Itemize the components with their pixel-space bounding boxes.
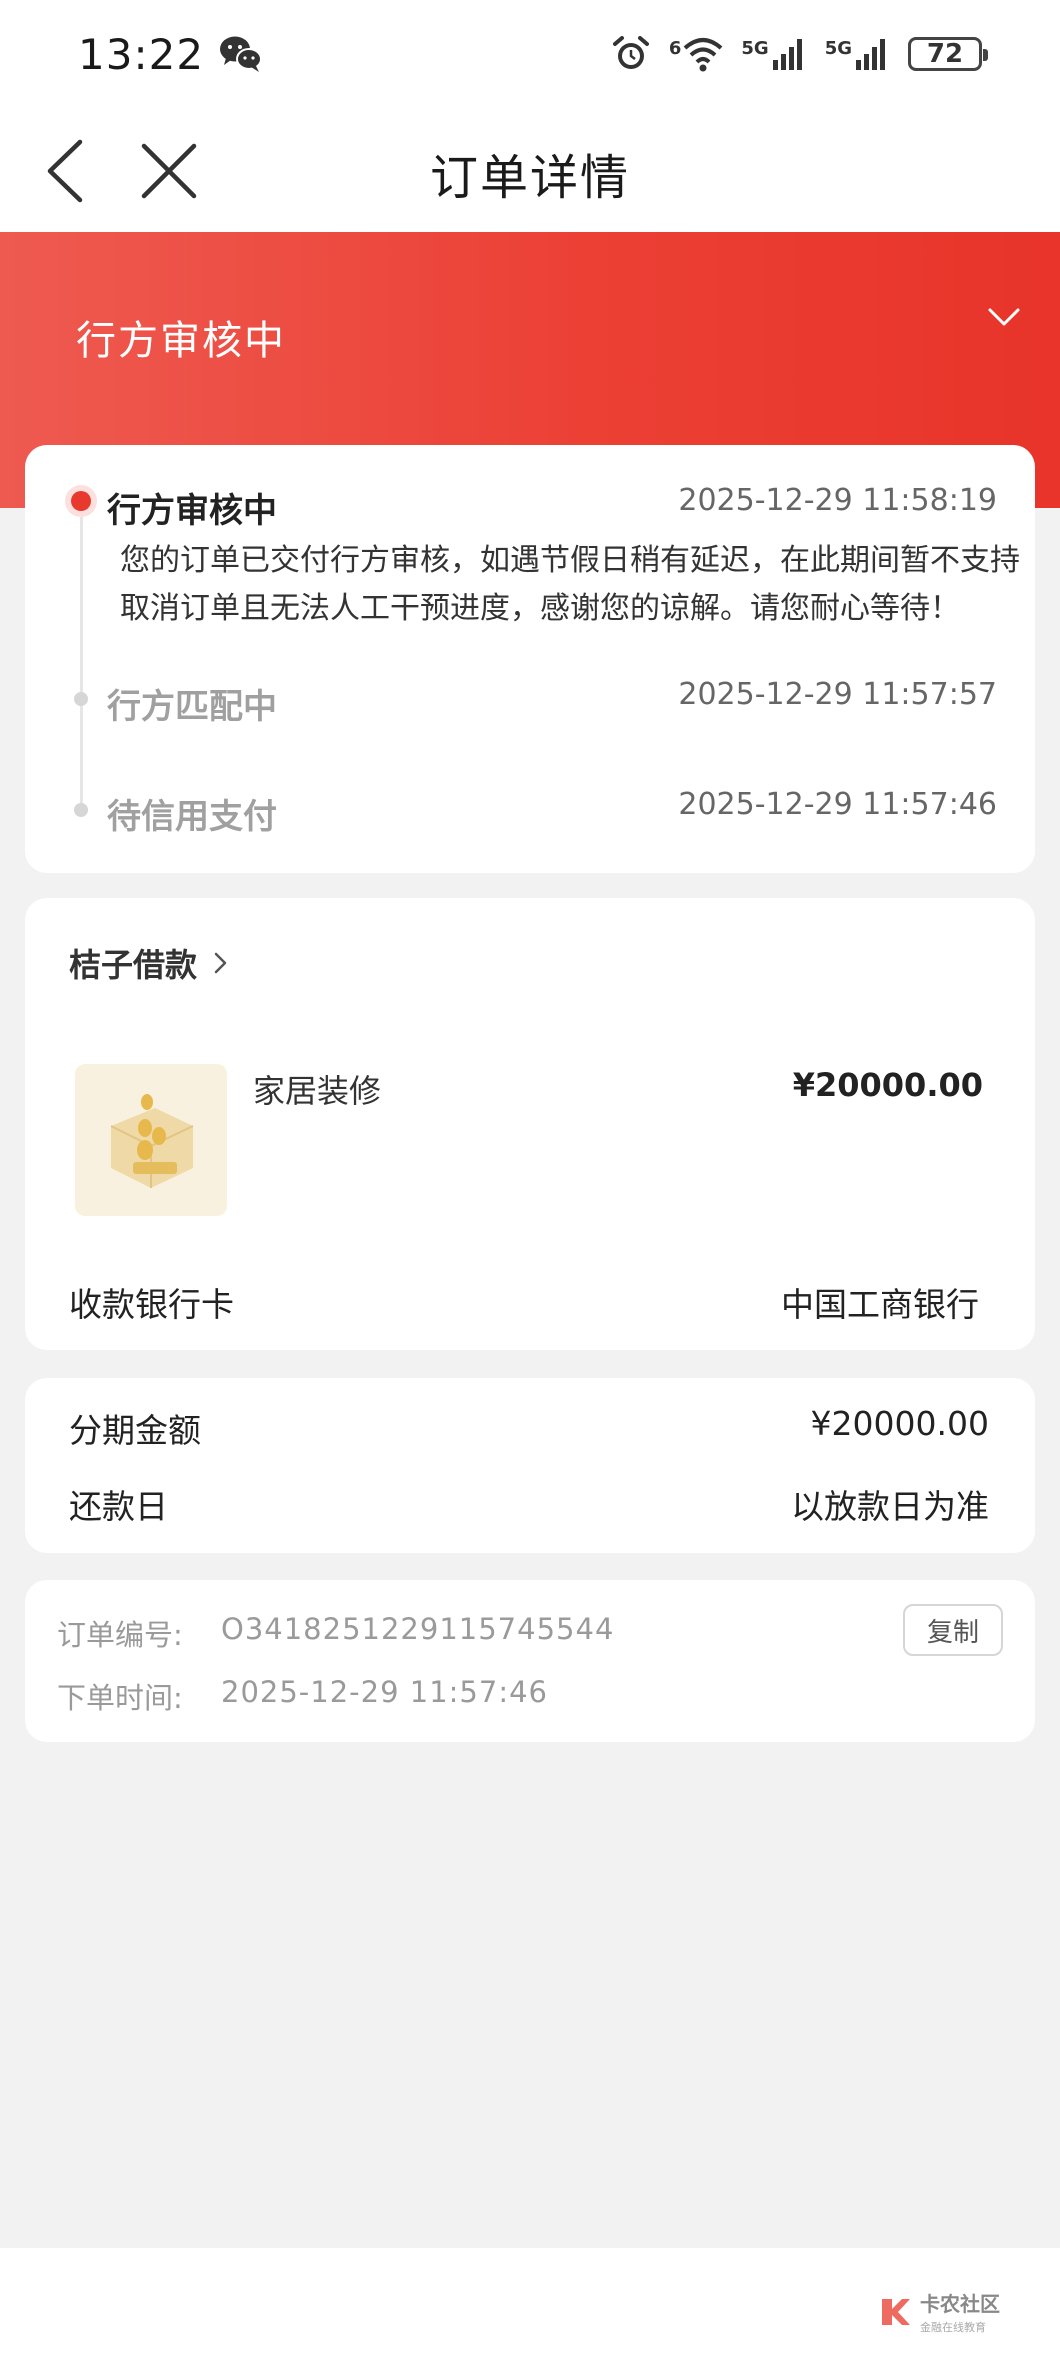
wechat-icon — [218, 34, 264, 74]
product-image — [75, 1064, 227, 1216]
battery-icon: 72 — [908, 37, 988, 71]
sim2-label: 5G — [824, 38, 852, 59]
signal-icon: 5G — [741, 36, 806, 72]
order-detail-page: 13:22 6 5G 5G 72 订单详情 行方审核中 行方审核中 2025-1… — [0, 0, 1060, 2376]
wifi-icon: 6 — [669, 36, 724, 72]
wifi-label: 6 — [668, 38, 682, 59]
timeline-line — [80, 505, 83, 815]
repayment-day-label: 还款日 — [69, 1487, 168, 1526]
bank-card-label: 收款银行卡 — [69, 1285, 234, 1324]
timeline-dot — [74, 692, 88, 706]
status-time: 13:22 — [78, 29, 205, 79]
order-info-card: 订单编号: O3418251229115745544 复制 下单时间: 2025… — [25, 1580, 1035, 1742]
product-card: 桔子借款 家居装修 ¥20000.00 收款银行卡 中国工商银行 — [25, 898, 1035, 1350]
chevron-down-icon[interactable] — [984, 302, 1024, 332]
nav-bar: 订单详情 — [0, 108, 1060, 232]
timeline-step-title: 行方审核中 — [107, 491, 277, 531]
installment-amount-value: ¥20000.00 — [810, 1404, 989, 1443]
banner-status: 行方审核中 — [76, 318, 286, 364]
order-time-value: 2025-12-29 11:57:46 — [221, 1675, 548, 1709]
timeline-step-title: 行方匹配中 — [107, 687, 277, 727]
signal-icon: 5G — [825, 36, 890, 72]
installment-amount-label: 分期金额 — [69, 1411, 201, 1450]
amount-card: 分期金额 ¥20000.00 还款日 以放款日为准 — [25, 1378, 1035, 1553]
bank-card-value: 中国工商银行 — [781, 1285, 979, 1324]
vendor-link[interactable]: 桔子借款 — [69, 940, 233, 986]
timeline-card: 行方审核中 2025-12-29 11:58:19 您的订单已交付行方审核，如遇… — [25, 445, 1035, 873]
watermark-subtitle: 金融在线教育 — [920, 2321, 986, 2334]
copy-button[interactable]: 复制 — [903, 1604, 1003, 1656]
watermark-title: 卡农社区 — [920, 2292, 1000, 2316]
watermark: 卡农社区 金融在线教育 — [878, 2288, 1000, 2335]
sim1-label: 5G — [741, 38, 769, 59]
alarm-icon — [611, 34, 651, 74]
bottom-bar: 卡农社区 金融在线教育 — [0, 2248, 1060, 2376]
status-icons: 6 5G 5G 72 — [611, 34, 988, 74]
page-title: 订单详情 — [429, 150, 630, 206]
kanong-logo-icon — [878, 2295, 912, 2329]
timeline-dot-active — [65, 485, 97, 517]
timeline-step-title: 待信用支付 — [107, 797, 277, 837]
chevron-right-icon — [209, 948, 233, 978]
status-bar: 13:22 6 5G 5G 72 — [0, 0, 1060, 108]
order-number-value: O3418251229115745544 — [221, 1612, 615, 1646]
timeline-step-desc: 您的订单已交付行方审核，如遇节假日稍有延迟，在此期间暂不支持取消订单且无法人工干… — [120, 543, 1020, 626]
timeline-dot — [74, 803, 88, 817]
product-name: 家居装修 — [253, 1072, 382, 1110]
timeline-step-time: 2025-12-29 11:58:19 — [678, 483, 997, 518]
order-number-label: 订单编号: — [57, 1618, 183, 1652]
product-price: ¥20000.00 — [792, 1066, 983, 1104]
timeline-step-time: 2025-12-29 11:57:57 — [678, 677, 997, 712]
repayment-day-value: 以放款日为准 — [791, 1487, 989, 1526]
timeline-step-time: 2025-12-29 11:57:46 — [678, 787, 997, 822]
order-time-label: 下单时间: — [57, 1681, 183, 1715]
vendor-name: 桔子借款 — [69, 946, 198, 984]
